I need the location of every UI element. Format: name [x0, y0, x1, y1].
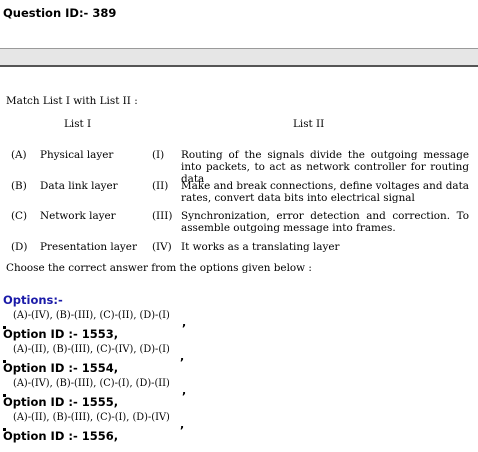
option-item[interactable]: (A)-(II), (B)-(III), (C)-(I), (D)-(IV) ,… [0, 412, 478, 446]
row-letter: (C) [11, 210, 28, 222]
options-title: Options:- [3, 293, 63, 307]
row-roman: (II) [152, 180, 169, 192]
row-description: Synchronization, error detection and cor… [181, 210, 469, 234]
row-letter: (B) [11, 180, 27, 192]
option-comma: , [180, 418, 185, 431]
option-item[interactable]: (A)-(IV), (B)-(III), (C)-(II), (D)-(I) ,… [0, 310, 478, 344]
option-id: Option ID :- 1555, [3, 395, 119, 409]
option-text: (A)-(IV), (B)-(III), (C)-(I), (D)-(II) [13, 378, 170, 389]
list1-header: List I [64, 118, 92, 130]
row-term: Network layer [40, 210, 116, 222]
choose-instruction: Choose the correct answer from the optio… [6, 262, 312, 274]
option-comma: , [182, 316, 187, 329]
list2-header: List II [293, 118, 325, 130]
row-description: It works as a translating layer [181, 241, 340, 253]
option-id: Option ID :- 1554, [3, 361, 119, 375]
row-roman: (IV) [152, 241, 172, 253]
option-item[interactable]: (A)-(IV), (B)-(III), (C)-(I), (D)-(II) ,… [0, 378, 478, 412]
option-text: (A)-(IV), (B)-(III), (C)-(II), (D)-(I) [13, 310, 170, 321]
option-id: Option ID :- 1556, [3, 429, 119, 443]
row-letter: (D) [11, 241, 28, 253]
question-prompt: Match List I with List II : [6, 95, 138, 107]
row-description: Make and break connections, define volta… [181, 180, 469, 204]
question-id: Question ID:- 389 [3, 6, 117, 20]
option-item[interactable]: (A)-(II), (B)-(III), (C)-(IV), (D)-(I) ,… [0, 344, 478, 378]
option-comma: , [182, 384, 187, 397]
option-comma: , [180, 350, 185, 363]
row-term: Data link layer [40, 180, 118, 192]
row-roman: (III) [152, 210, 173, 222]
option-text: (A)-(II), (B)-(III), (C)-(I), (D)-(IV) [13, 412, 170, 423]
option-id: Option ID :- 1553, [3, 327, 119, 341]
row-term: Presentation layer [40, 241, 137, 253]
row-term: Physical layer [40, 149, 114, 161]
row-letter: (A) [11, 149, 27, 161]
row-roman: (I) [152, 149, 165, 161]
section-divider-bar [0, 48, 478, 67]
option-text: (A)-(II), (B)-(III), (C)-(IV), (D)-(I) [13, 344, 170, 355]
